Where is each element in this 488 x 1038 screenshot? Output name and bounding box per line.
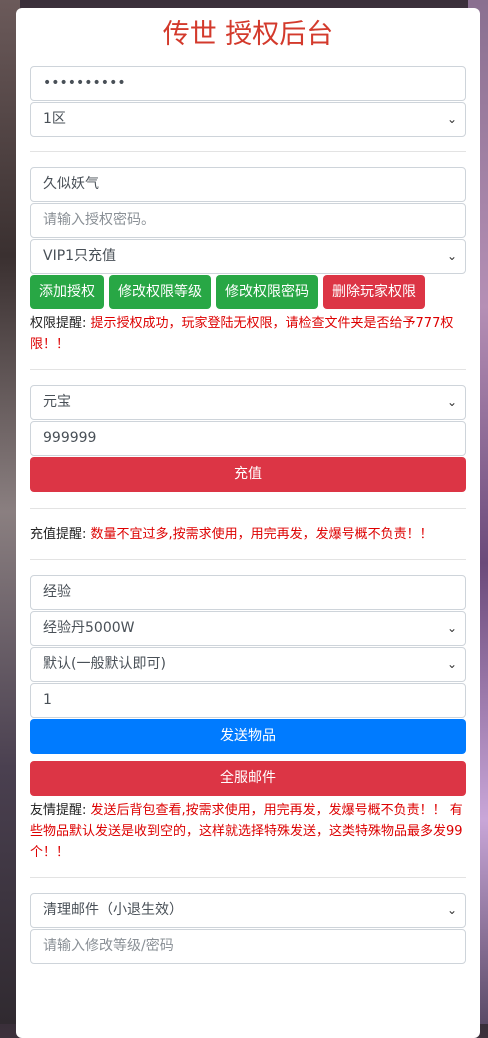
mail-action-select[interactable]: 清理邮件（小退生效） ⌄ [30, 893, 466, 928]
server-select[interactable]: 1区 ⌄ [30, 102, 466, 137]
item-tip: 友情提醒: 发送后背包查看,按需求使用，用完再发，发爆号概不负责！！ 有些物品默… [30, 800, 466, 863]
recharge-tip: 充值提醒: 数量不宜过多,按需求使用，用完再发，发爆号概不负责！！ [30, 524, 466, 545]
level-password-input[interactable]: 请输入修改等级/密码 [30, 929, 466, 964]
item-tip-label: 友情提醒: [30, 803, 87, 818]
currency-select[interactable]: 元宝 ⌄ [30, 385, 466, 420]
chevron-down-icon: ⌄ [446, 621, 457, 635]
item-category-field[interactable]: 经验 [30, 575, 466, 610]
recharge-tip-text: 数量不宜过多,按需求使用，用完再发，发爆号概不负责！！ [90, 527, 433, 542]
modify-password-button[interactable]: 修改权限密码 [216, 275, 318, 309]
recharge-tip-label: 充值提醒: [30, 527, 87, 542]
auth-tip: 权限提醒: 提示授权成功，玩家登陆无权限，请检查文件夹是否给予777权限！！ [30, 313, 466, 355]
divider [30, 508, 466, 509]
server-select-value: 1区 [43, 111, 66, 127]
vip-level-select[interactable]: VIP1只充值 ⌄ [30, 239, 466, 274]
chevron-down-icon: ⌄ [446, 903, 457, 917]
auth-button-row: 添加授权 修改权限等级 修改权限密码 删除玩家权限 [30, 275, 466, 309]
auth-tip-text: 提示授权成功，玩家登陆无权限，请检查文件夹是否给予777权限！！ [30, 316, 454, 352]
modify-level-button[interactable]: 修改权限等级 [109, 275, 211, 309]
vip-level-select-value: VIP1只充值 [43, 248, 117, 264]
auth-tip-label: 权限提醒: [30, 316, 87, 331]
send-mode-select-value: 默认(一般默认即可) [43, 656, 166, 672]
delete-player-auth-button[interactable]: 删除玩家权限 [323, 275, 425, 309]
player-name-field[interactable]: 久似妖气 [30, 167, 466, 202]
admin-panel-card: 传世 授权后台 •••••••••• 1区 ⌄ 久似妖气 请输入授权密码。 VI… [16, 8, 480, 1038]
divider [30, 877, 466, 878]
divider [30, 559, 466, 560]
auth-password-input[interactable]: 请输入授权密码。 [30, 203, 466, 238]
divider [30, 151, 466, 152]
admin-password-field[interactable]: •••••••••• [30, 66, 466, 101]
add-auth-button[interactable]: 添加授权 [30, 275, 104, 309]
send-mode-select[interactable]: 默认(一般默认即可) ⌄ [30, 647, 466, 682]
currency-select-value: 元宝 [43, 394, 71, 410]
item-select[interactable]: 经验丹5000W ⌄ [30, 611, 466, 646]
send-item-button[interactable]: 发送物品 [30, 719, 466, 754]
chevron-down-icon: ⌄ [446, 395, 457, 409]
chevron-down-icon: ⌄ [446, 249, 457, 263]
recharge-amount-field[interactable]: 999999 [30, 421, 466, 456]
item-quantity-field[interactable]: 1 [30, 683, 466, 718]
page-title: 传世 授权后台 [162, 19, 334, 50]
mail-action-select-value: 清理邮件（小退生效） [43, 902, 183, 918]
divider [30, 369, 466, 370]
recharge-button[interactable]: 充值 [30, 457, 466, 492]
item-select-value: 经验丹5000W [43, 620, 135, 636]
chevron-down-icon: ⌄ [446, 657, 457, 671]
mail-all-server-button[interactable]: 全服邮件 [30, 761, 466, 796]
chevron-down-icon: ⌄ [446, 112, 457, 126]
item-tip-text: 发送后背包查看,按需求使用，用完再发，发爆号概不负责！！ 有些物品默认发送是收到… [30, 803, 463, 860]
